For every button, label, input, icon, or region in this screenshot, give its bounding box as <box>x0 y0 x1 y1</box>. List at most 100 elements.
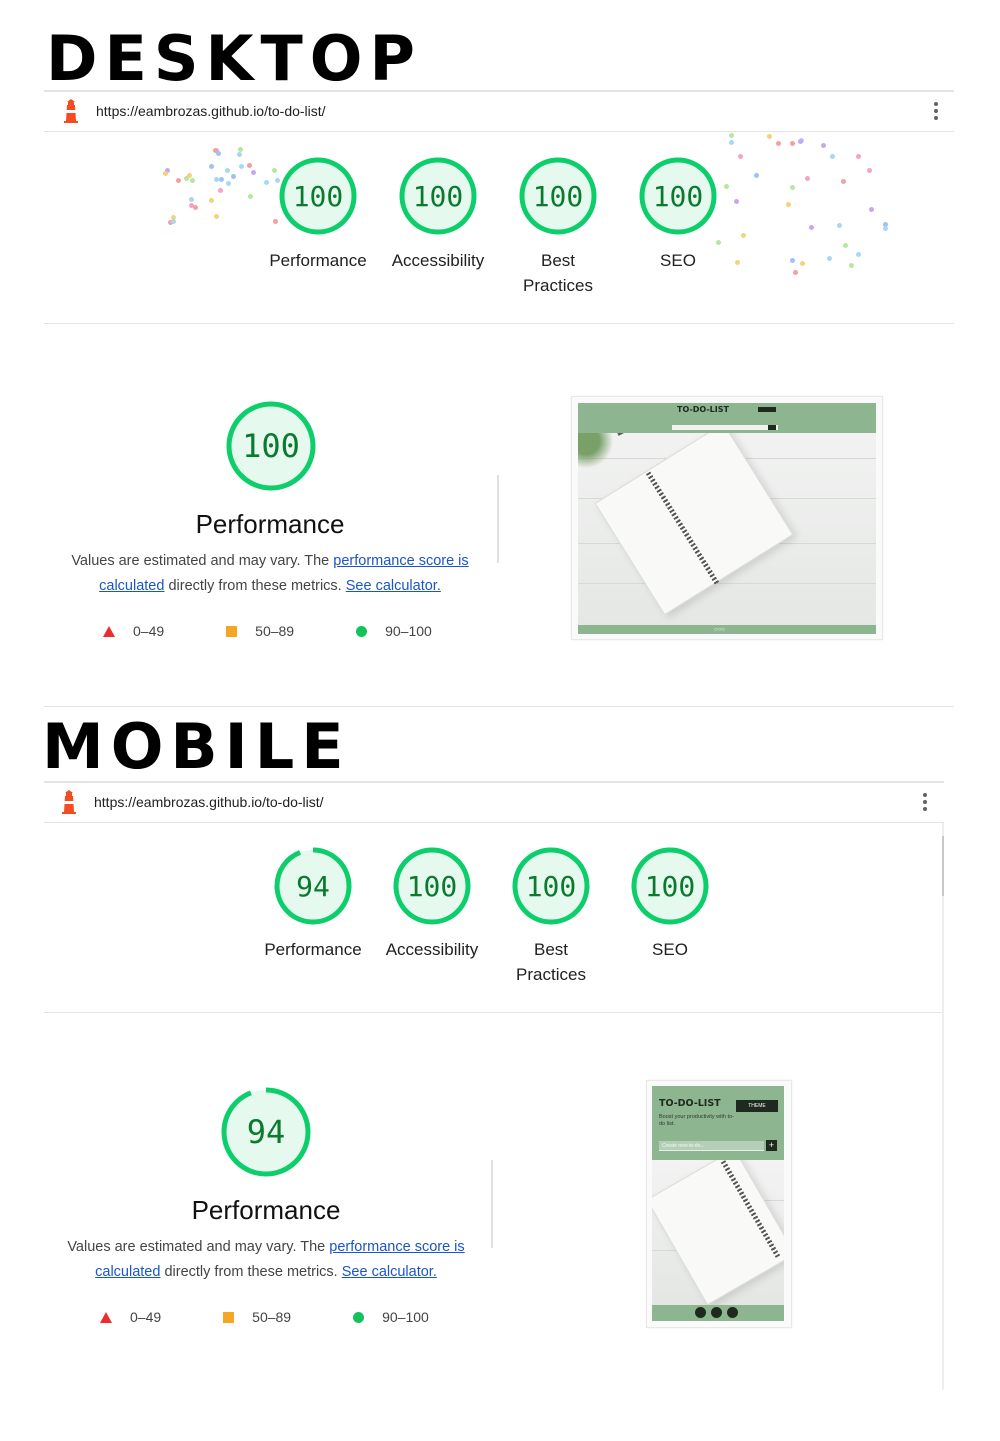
confetti-dot <box>187 173 192 178</box>
desktop-performance-big-gauge: 100 <box>225 400 317 492</box>
confetti-dot <box>225 168 230 173</box>
mobile-seo-gauge[interactable]: 100 <box>630 846 710 926</box>
confetti-dot <box>724 184 729 189</box>
confetti-dot <box>800 261 805 266</box>
mobile-accessibility-gauge[interactable]: 100 <box>392 846 472 926</box>
theme-label: THEME <box>748 1103 766 1109</box>
desktop-performance-description: Values are estimated and may vary. The p… <box>60 549 480 599</box>
desktop-url-divider <box>44 131 954 132</box>
confetti-dot <box>248 194 253 199</box>
desc-mid: directly from these metrics. <box>164 578 346 594</box>
mobile-score-legend: 0–49 50–89 90–100 <box>100 1309 491 1325</box>
mobile-accessibility-label: Accessibility <box>385 940 479 959</box>
confetti-dot <box>247 163 252 168</box>
desktop-best-practices-gauge[interactable]: 100 <box>518 156 598 236</box>
confetti-dot <box>767 134 772 139</box>
desktop-seo-gauge[interactable]: 100 <box>638 156 718 236</box>
confetti-dot <box>856 154 861 159</box>
confetti-dot <box>214 214 219 219</box>
confetti-dot <box>776 141 781 146</box>
mobile-shot-subtitle: Boost your productivity with to-do list. <box>659 1114 734 1127</box>
mobile-best-practices-label: Best Practices <box>516 940 586 984</box>
confetti-dot <box>251 170 256 175</box>
desktop-section-divider <box>497 475 499 563</box>
pass-circle-icon <box>356 625 368 637</box>
mobile-scores-divider <box>44 1012 942 1013</box>
mobile-page-screenshot: TO-DO-LIST THEME Boost your productivity… <box>646 1080 792 1328</box>
legend-high: 90–100 <box>382 1309 429 1325</box>
desktop-heading: DESKTOP <box>46 22 422 95</box>
confetti-dot <box>805 176 810 181</box>
pass-circle-icon <box>353 1311 365 1323</box>
desktop-accessibility-label: Accessibility <box>391 251 485 270</box>
mobile-kebab-menu-icon[interactable] <box>923 793 927 814</box>
confetti-dot <box>849 263 854 268</box>
confetti-dot <box>869 207 874 212</box>
mobile-heading: MOBILE <box>42 710 351 783</box>
confetti-dot <box>734 199 739 204</box>
confetti-dot <box>883 226 888 231</box>
mobile-best-practices-gauge[interactable]: 100 <box>511 846 591 926</box>
confetti-dot <box>790 141 795 146</box>
mobile-shot-input: Create new to-do... <box>659 1141 764 1151</box>
confetti-dot <box>793 270 798 275</box>
confetti-dot <box>738 154 743 159</box>
section-divider <box>44 706 954 707</box>
legend-low: 0–49 <box>130 1309 162 1325</box>
confetti-dot <box>190 178 195 183</box>
confetti-dot <box>729 140 734 145</box>
fail-triangle-icon <box>103 625 115 637</box>
desktop-performance-gauge[interactable]: 100 <box>278 156 358 236</box>
confetti-dot <box>827 256 832 261</box>
desktop-seo-label: SEO <box>660 251 696 270</box>
desktop-scores-divider <box>44 323 954 324</box>
mobile-shot-title: TO-DO-LIST <box>659 1098 721 1109</box>
lighthouse-icon <box>64 99 78 123</box>
confetti-dot <box>716 240 721 245</box>
confetti-dot <box>231 174 236 179</box>
legend-mid: 50–89 <box>255 623 295 639</box>
desktop-performance-score: 100 <box>292 179 344 213</box>
desktop-score-legend: 0–49 50–89 90–100 <box>103 623 494 639</box>
mobile-performance-gauge[interactable]: 94 <box>273 846 353 926</box>
confetti-dot <box>841 179 846 184</box>
desktop-best-practices-label: Best Practices <box>523 251 593 295</box>
confetti-dot <box>163 171 168 176</box>
confetti-dot <box>171 219 176 224</box>
confetti-dot <box>754 173 759 178</box>
see-calculator-link[interactable]: See calculator. <box>346 578 441 594</box>
confetti-dot <box>226 181 231 186</box>
desc-prefix: Values are estimated and may vary. The <box>67 1239 330 1255</box>
confetti-dot <box>209 164 214 169</box>
confetti-dot <box>219 177 224 182</box>
lighthouse-icon <box>62 790 76 814</box>
mobile-seo-label: SEO <box>652 940 688 959</box>
confetti-dot <box>218 188 223 193</box>
confetti-dot <box>272 168 277 173</box>
mobile-shot-add-icon: + <box>766 1140 777 1151</box>
mobile-accessibility-score: 100 <box>406 869 458 903</box>
confetti-dot <box>741 233 746 238</box>
fail-triangle-icon <box>100 1311 112 1323</box>
mobile-url-bar[interactable]: https://eambrozas.github.io/to-do-list/ <box>44 783 944 821</box>
confetti-dot <box>239 164 244 169</box>
confetti-dot <box>214 177 219 182</box>
desktop-performance-big-score: 100 <box>242 427 300 465</box>
see-calculator-link[interactable]: See calculator. <box>342 1264 437 1280</box>
average-square-icon <box>226 625 238 637</box>
mobile-performance-title: Performance <box>191 1195 341 1225</box>
desktop-url-bar[interactable]: https://eambrozas.github.io/to-do-list/ <box>46 92 954 130</box>
confetti-dot <box>193 205 198 210</box>
desktop-kebab-menu-icon[interactable] <box>934 102 938 123</box>
mobile-scrollbar-thumb[interactable] <box>942 836 944 896</box>
legend-low: 0–49 <box>133 623 165 639</box>
desktop-accessibility-gauge[interactable]: 100 <box>398 156 478 236</box>
mobile-section-divider <box>491 1160 493 1248</box>
confetti-dot <box>821 143 826 148</box>
mobile-performance-description: Values are estimated and may vary. The p… <box>56 1235 476 1285</box>
confetti-dot <box>867 168 872 173</box>
mobile-performance-big-gauge: 94 <box>220 1086 312 1178</box>
desktop-shot-title: TO-DO-LIST <box>677 405 729 414</box>
confetti-dot <box>790 185 795 190</box>
legend-mid: 50–89 <box>252 1309 292 1325</box>
